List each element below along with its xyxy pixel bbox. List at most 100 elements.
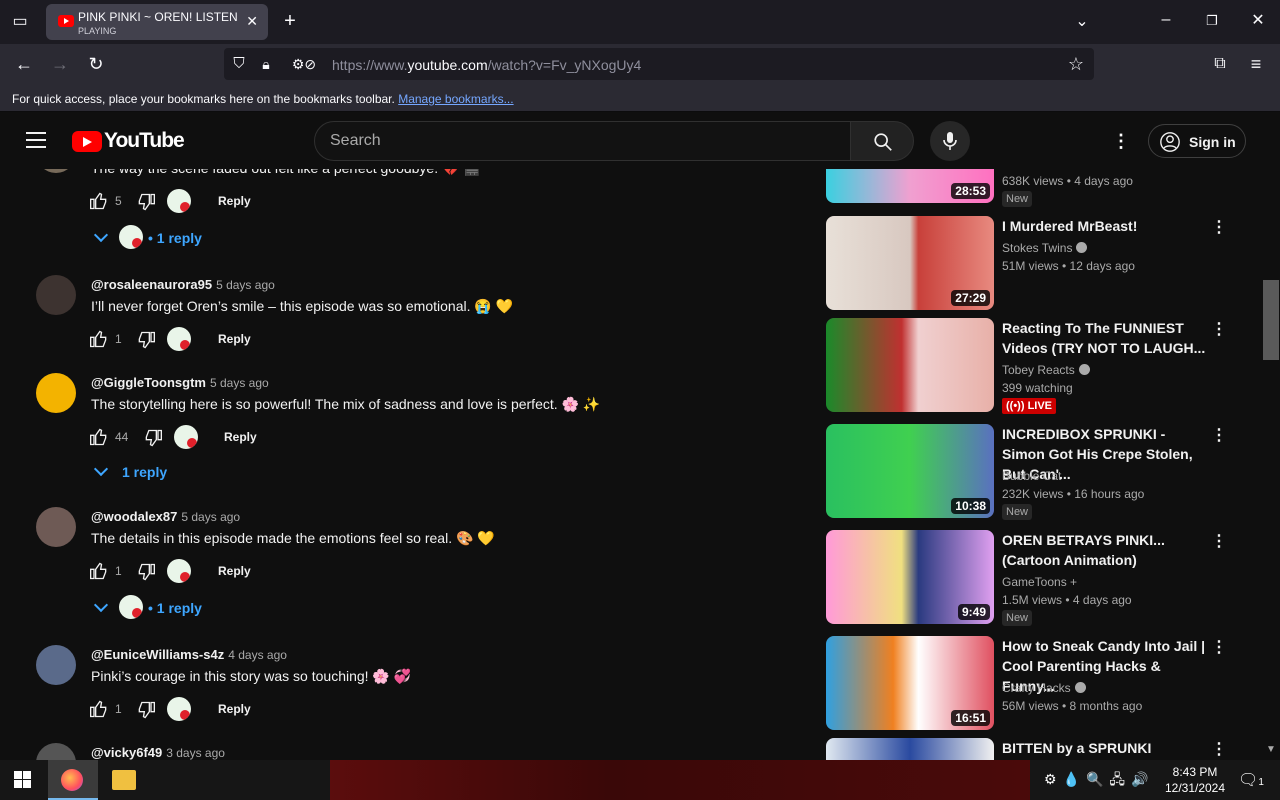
avatar[interactable] <box>36 373 76 413</box>
microphone-icon <box>943 132 957 150</box>
shield-icon[interactable]: ⛉ <box>230 54 248 74</box>
channel-name[interactable]: GameToons + <box>1002 575 1077 589</box>
file-explorer-icon[interactable] <box>112 770 136 790</box>
comment-author[interactable]: @woodalex87 5 days ago <box>91 509 240 524</box>
bookmark-star-icon[interactable]: ☆ <box>1066 54 1086 74</box>
search-button[interactable] <box>850 121 914 161</box>
comment-text: The details in this episode made the emo… <box>91 530 495 546</box>
avatar[interactable] <box>36 743 76 760</box>
more-options-icon[interactable]: ⋮ <box>1211 739 1227 759</box>
avatar[interactable] <box>36 645 76 685</box>
permissions-icon[interactable]: ⚙⊘ <box>286 54 322 74</box>
reply-button[interactable]: Reply <box>218 702 251 716</box>
channel-name[interactable]: Tobey Reacts <box>1002 363 1090 377</box>
hamburger-menu-icon[interactable] <box>26 132 46 148</box>
video-title[interactable]: OREN BETRAYS PINKI... (Cartoon Animation… <box>1002 530 1206 570</box>
dislike-icon[interactable] <box>136 700 156 720</box>
duration-badge: 9:49 <box>957 604 990 620</box>
video-thumbnail[interactable] <box>826 738 994 760</box>
youtube-logo-icon[interactable] <box>72 131 102 152</box>
like-icon[interactable] <box>89 191 109 211</box>
video-meta: 56M views • 8 months ago <box>1002 699 1143 713</box>
new-badge: New <box>1002 504 1033 520</box>
video-thumbnail[interactable]: 10:38 <box>826 424 994 518</box>
lock-icon[interactable]: 🔒︎ <box>258 54 274 74</box>
reply-button[interactable]: Reply <box>224 430 257 444</box>
reply-button[interactable]: Reply <box>218 564 251 578</box>
scrollbar[interactable] <box>1262 168 1280 760</box>
chevron-down-icon[interactable]: ⌄ <box>1072 12 1092 32</box>
comment-author[interactable]: @vicky6f49 3 days ago <box>91 745 225 760</box>
channel-name[interactable]: Crafty Hacks <box>1002 681 1086 695</box>
chevron-down-icon[interactable] <box>93 461 109 477</box>
video-thumbnail[interactable]: 16:51 <box>826 636 994 730</box>
like-icon[interactable] <box>89 561 109 581</box>
notification-icon[interactable]: 🗨︎1 <box>1238 770 1264 790</box>
chevron-down-icon[interactable] <box>93 597 109 613</box>
like-icon[interactable] <box>89 329 109 349</box>
view-replies-button[interactable]: • 1 reply <box>148 600 202 616</box>
taskbar-clock[interactable]: 8:43 PM 12/31/2024 <box>1160 764 1230 796</box>
view-replies-button[interactable]: • 1 reply <box>148 230 202 246</box>
more-options-icon[interactable]: ⋮ <box>1211 637 1227 657</box>
dislike-icon[interactable] <box>136 562 156 582</box>
minimize-icon[interactable]: – <box>1156 10 1176 30</box>
scroll-down-arrow-icon[interactable]: ▼ <box>1266 744 1276 755</box>
settings-menu-icon[interactable]: ⋮ <box>1112 131 1130 151</box>
close-tab-icon[interactable]: ✕ <box>246 13 258 30</box>
system-tray-icons[interactable]: ⚙💧🔍🖧🔊 <box>1044 769 1154 793</box>
video-title[interactable]: BITTEN by a SPRUNKI SPIDER <box>1002 738 1206 760</box>
video-title[interactable]: Reacting To The FUNNIEST Videos (TRY NOT… <box>1002 318 1206 358</box>
like-icon[interactable] <box>89 699 109 719</box>
video-meta: 1.5M views • 4 days ago <box>1002 593 1132 607</box>
youtube-logo-text[interactable]: YouTube <box>104 129 185 153</box>
app-menu-icon[interactable]: ≡ <box>1246 54 1266 74</box>
comment-text: I’ll never forget Oren’s smile – this ep… <box>91 298 514 314</box>
like-count: 1 <box>115 332 122 346</box>
comment-author[interactable]: @rosaleenaurora95 5 days ago <box>91 277 275 292</box>
verified-icon <box>1078 364 1090 375</box>
avatar[interactable] <box>36 507 76 547</box>
verified-icon <box>1074 682 1086 693</box>
dislike-icon[interactable] <box>136 330 156 350</box>
more-options-icon[interactable]: ⋮ <box>1211 319 1227 339</box>
more-options-icon[interactable]: ⋮ <box>1211 531 1227 551</box>
extensions-icon[interactable]: ⧉ <box>1210 54 1230 74</box>
video-thumbnail[interactable]: 9:49 <box>826 530 994 624</box>
like-icon[interactable] <box>89 427 109 447</box>
tab-title: PINK PINKI ~ OREN! LISTEN To <box>78 10 238 24</box>
browser-tab[interactable]: PINK PINKI ~ OREN! LISTEN To PLAYING ✕ <box>46 4 268 40</box>
channel-name[interactable]: Bubble Cat <box>1002 469 1061 483</box>
reload-icon[interactable]: ↻ <box>86 54 106 74</box>
video-title[interactable]: I Murdered MrBeast! <box>1002 216 1206 236</box>
chevron-down-icon[interactable] <box>93 227 109 243</box>
reply-button[interactable]: Reply <box>218 194 251 208</box>
avatar[interactable] <box>36 275 76 315</box>
voice-search-button[interactable] <box>930 121 970 161</box>
tab-list-icon[interactable]: ▭ <box>10 12 30 32</box>
more-options-icon[interactable]: ⋮ <box>1211 217 1227 237</box>
video-thumbnail[interactable] <box>826 318 994 412</box>
new-tab-icon[interactable]: + <box>280 11 300 31</box>
back-icon[interactable]: ← <box>14 54 34 74</box>
comment-author[interactable]: @GiggleToonsgtm 5 days ago <box>91 375 269 390</box>
more-options-icon[interactable]: ⋮ <box>1211 425 1227 445</box>
scrollbar-thumb[interactable] <box>1263 280 1279 360</box>
channel-name[interactable]: Stokes Twins <box>1002 241 1088 255</box>
view-replies-button[interactable]: 1 reply <box>122 464 167 480</box>
sign-in-button[interactable]: Sign in <box>1148 124 1246 158</box>
reply-button[interactable]: Reply <box>218 332 251 346</box>
video-thumbnail[interactable]: 27:29 <box>826 216 994 310</box>
comment-author[interactable]: @EuniceWilliams-s4z 4 days ago <box>91 647 287 662</box>
search-input[interactable] <box>314 121 852 161</box>
dislike-icon[interactable] <box>136 192 156 212</box>
video-thumbnail[interactable]: 28:53 <box>826 169 994 203</box>
close-window-icon[interactable]: ✕ <box>1248 11 1268 31</box>
manage-bookmarks-link[interactable]: Manage bookmarks... <box>398 92 513 106</box>
restore-icon[interactable]: ❐ <box>1202 11 1222 31</box>
url-text[interactable]: https://www.youtube.com/watch?v=Fv_yNXog… <box>332 57 641 73</box>
dislike-icon[interactable] <box>143 428 163 448</box>
forward-icon[interactable]: → <box>50 54 70 74</box>
taskbar-firefox[interactable] <box>48 760 98 800</box>
windows-start-icon[interactable] <box>14 771 32 789</box>
